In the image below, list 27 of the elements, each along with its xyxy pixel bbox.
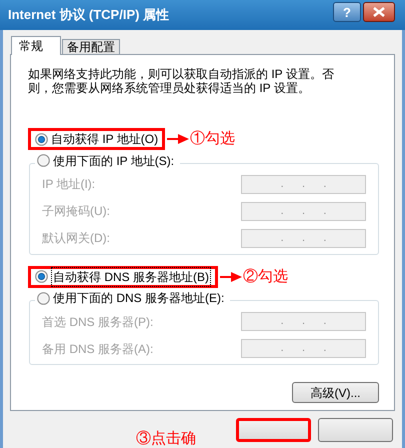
annotation-text: ②勾选 <box>243 266 288 286</box>
close-icon <box>373 7 385 17</box>
radio-button[interactable] <box>37 154 50 167</box>
field-label: 备用 DNS 服务器(A): <box>42 340 154 358</box>
field-label: IP 地址(I): <box>42 176 96 193</box>
arrow-icon <box>167 134 190 144</box>
arrow-icon <box>220 272 242 282</box>
dialog-button[interactable] <box>318 418 393 442</box>
tab[interactable]: 备用配置 <box>62 39 120 54</box>
radio-button[interactable] <box>35 132 48 146</box>
radio-label[interactable]: 自动获得 IP 地址(O) <box>51 130 158 148</box>
field-label: 默认网关(D): <box>42 230 110 247</box>
field-label: 子网掩码(U): <box>42 203 110 220</box>
tab[interactable]: 常规 <box>11 36 61 55</box>
annotation-text: ③点击确 <box>136 429 196 448</box>
window-title: Internet 协议 (TCP/IP) 属性 <box>8 6 170 24</box>
dialog-button[interactable] <box>236 418 311 442</box>
description-text: 如果网络支持此功能，则可以获取自动指派的 IP 设置。否则，您需要从网络系统管理员处获得适当的 IP 设置。 <box>28 67 335 95</box>
radio-label[interactable]: 自动获得 DNS 服务器地址(B) <box>51 266 211 287</box>
radio-button[interactable] <box>37 292 50 304</box>
radio-label[interactable]: 使用下面的 IP 地址(S): <box>53 152 174 170</box>
annotation-text: ①勾选 <box>190 129 236 149</box>
close-button[interactable] <box>363 2 395 22</box>
radio-label[interactable]: 使用下面的 DNS 服务器地址(E): <box>53 289 224 307</box>
radio-button[interactable] <box>35 270 48 284</box>
field-label: 首选 DNS 服务器(P): <box>42 314 154 330</box>
advanced-button[interactable]: 高级(V)... <box>292 382 379 403</box>
